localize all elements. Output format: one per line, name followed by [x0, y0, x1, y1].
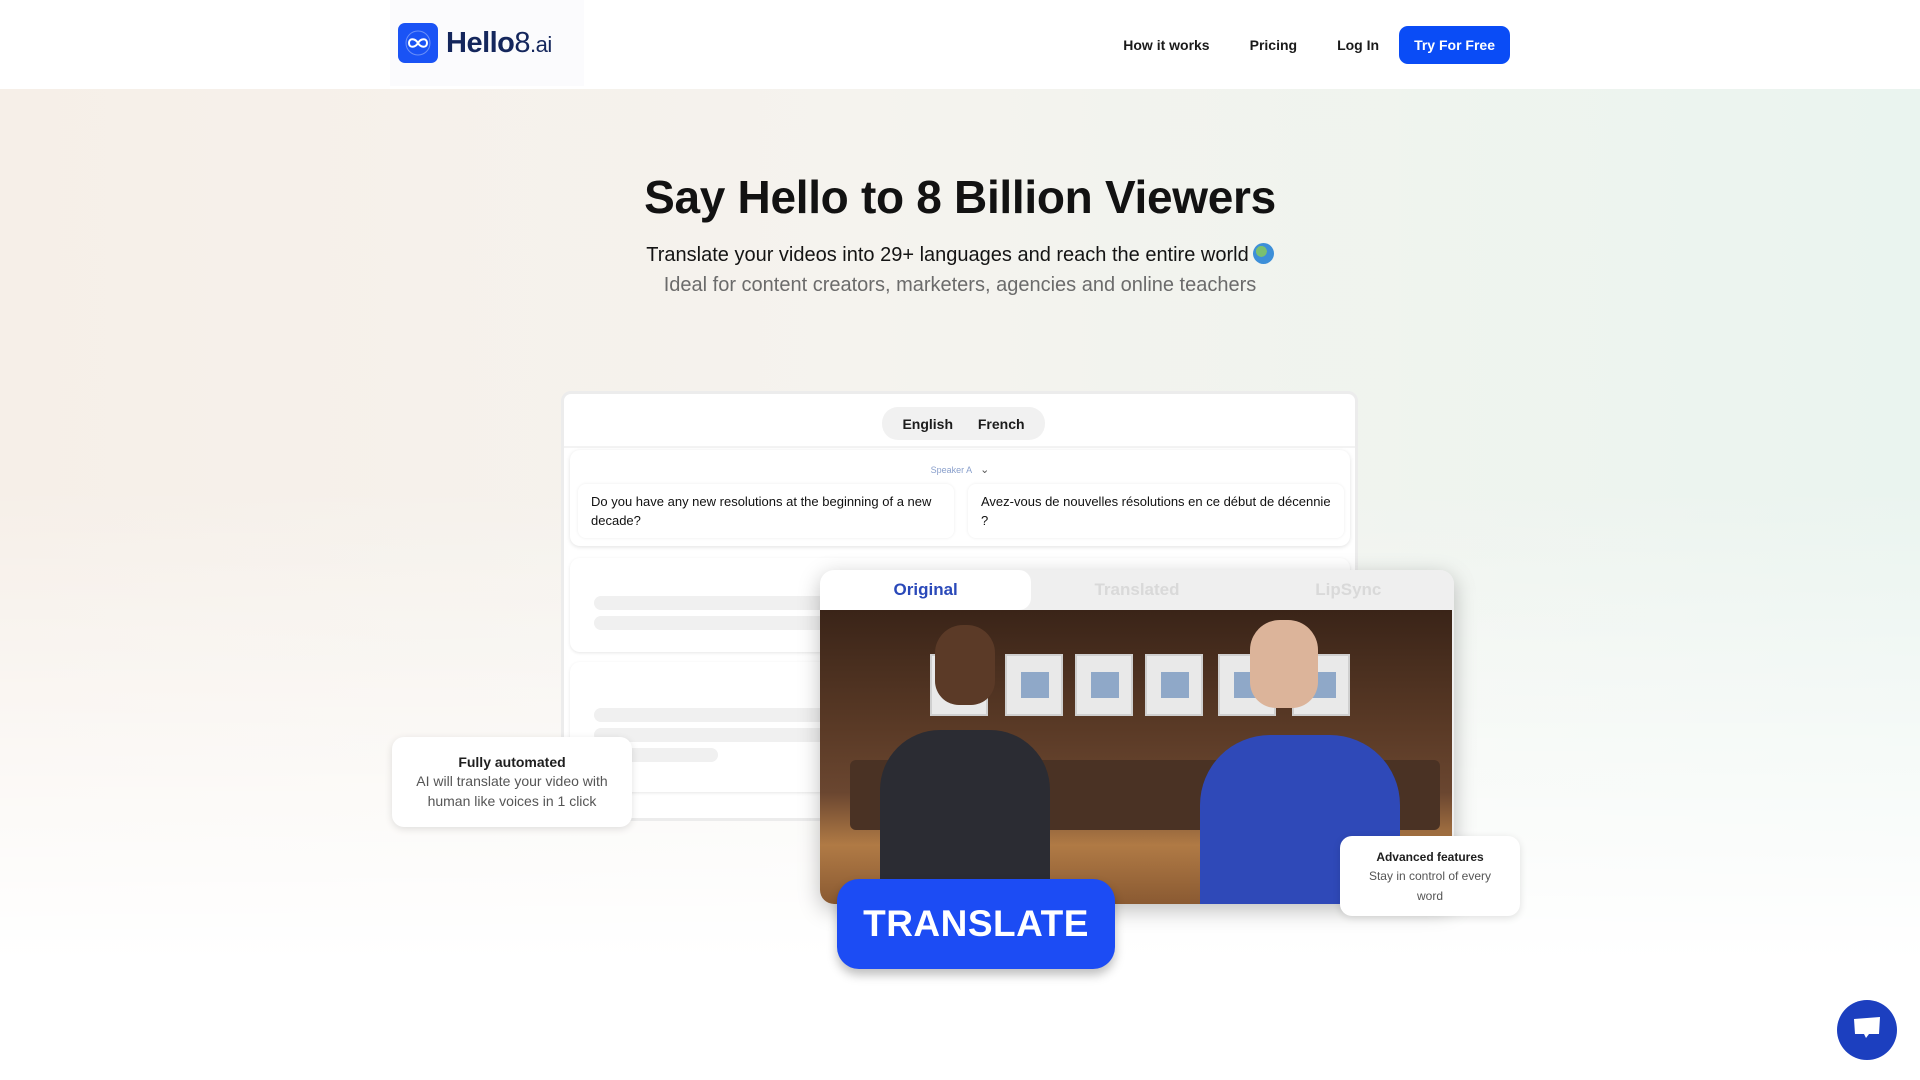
person-right-head: [1250, 620, 1318, 708]
chevron-down-icon: ⌄: [980, 464, 990, 476]
feature-title: Advanced features: [1376, 850, 1484, 864]
logo-tld: .ai: [530, 31, 552, 57]
tab-translated[interactable]: Translated: [1031, 570, 1243, 610]
nav-how-it-works[interactable]: How it works: [1123, 37, 1209, 53]
translate-button[interactable]: TRANSLATE: [837, 879, 1115, 969]
tab-original[interactable]: Original: [820, 570, 1032, 610]
globe-icon: [1252, 243, 1274, 264]
divider: [564, 446, 1355, 448]
infinity-globe-icon: [398, 23, 438, 63]
language-french[interactable]: French: [978, 416, 1025, 432]
logo-wordmark: Hello8.ai: [446, 27, 552, 60]
logo[interactable]: Hello8.ai: [390, 0, 584, 86]
speaker-label: Speaker A: [930, 465, 973, 475]
nav-pricing[interactable]: Pricing: [1250, 37, 1297, 53]
hero-subtitle-text: Translate your videos into 29+ languages…: [646, 244, 1249, 266]
hero-tagline: Ideal for content creators, marketers, a…: [663, 274, 1257, 296]
chat-bubble-icon: [1852, 1016, 1882, 1045]
main-nav: How it works Pricing Log In Try For Free: [1123, 26, 1510, 64]
skeleton-line: [594, 708, 854, 722]
chat-widget-button[interactable]: [1837, 1000, 1897, 1060]
feature-card-advanced: Advanced features Stay in control of eve…: [1340, 836, 1520, 916]
feature-card-automated: Fully automated AI will translate your v…: [392, 737, 632, 827]
skeleton-line: [594, 596, 854, 610]
site-header: Hello8.ai How it works Pricing Log In Tr…: [0, 0, 1920, 89]
wall-frame: [1005, 654, 1063, 716]
try-for-free-button[interactable]: Try For Free: [1399, 26, 1510, 64]
wall-frame: [1075, 654, 1133, 716]
skeleton-line: [594, 616, 854, 630]
hero-subtitle: Translate your videos into 29+ languages…: [0, 243, 1920, 267]
logo-number: 8: [514, 26, 531, 59]
language-english[interactable]: English: [902, 416, 953, 432]
source-text[interactable]: Do you have any new resolutions at the b…: [578, 484, 954, 538]
person-left-head: [935, 625, 995, 705]
feature-title: Fully automated: [458, 754, 566, 770]
wall-frame: [1145, 654, 1203, 716]
skeleton-line: [594, 728, 854, 742]
logo-name: Hello: [446, 26, 515, 59]
translated-text[interactable]: Avez-vous de nouvelles résolutions en ce…: [968, 484, 1344, 538]
tab-lipsync[interactable]: LipSync: [1242, 570, 1454, 610]
language-toggle[interactable]: English French: [882, 407, 1045, 440]
video-tabs: Original Translated LipSync: [820, 570, 1454, 610]
speaker-selector[interactable]: Speaker A ⌄: [570, 463, 1350, 476]
person-left: [880, 730, 1050, 904]
feature-description: AI will translate your video with human …: [416, 773, 608, 809]
nav-log-in[interactable]: Log In: [1337, 37, 1379, 53]
hero-title: Say Hello to 8 Billion Viewers: [644, 171, 1276, 223]
feature-description: Stay in control of every word: [1368, 869, 1492, 903]
transcript-segment: Speaker A ⌄ Do you have any new resolutio…: [570, 450, 1350, 546]
